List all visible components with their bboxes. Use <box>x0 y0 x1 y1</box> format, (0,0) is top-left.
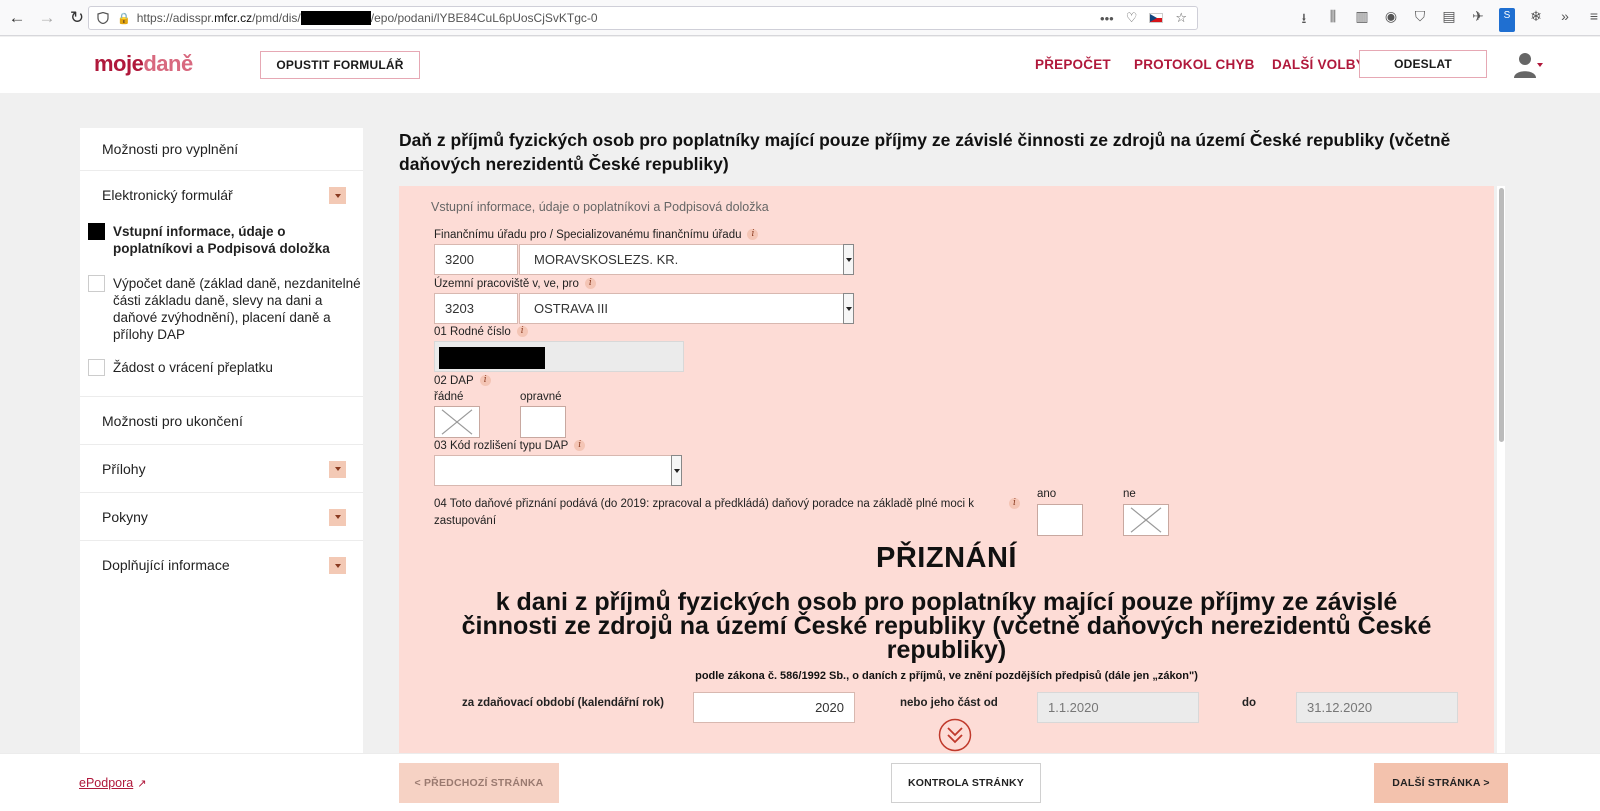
dap-regular-label: řádné <box>434 391 464 403</box>
error-log-link[interactable]: PROTOKOL CHYB <box>1134 57 1255 72</box>
sidebar-subitem-refund-request[interactable]: Žádost o vrácení přeplatku <box>80 359 363 397</box>
advisor-no-checkbox[interactable] <box>1123 504 1169 536</box>
birth-number-field[interactable] <box>434 341 684 372</box>
pocket-icon[interactable]: ♡ <box>1126 10 1138 26</box>
info-icon[interactable]: i <box>584 278 596 290</box>
address-bar[interactable]: 🔒 https://adisspr.mfcr.cz/pmd/dis//epo/p… <box>88 6 1198 30</box>
sidebar-item-additional-info[interactable]: Doplňující informace <box>80 541 363 589</box>
url-text: https://adisspr.mfcr.cz/pmd/dis//epo/pod… <box>136 10 598 26</box>
dap-type-select[interactable] <box>434 455 682 486</box>
section-checkbox[interactable] <box>88 275 105 292</box>
browser-toolbar: ← → ↻ 🔒 https://adisspr.mfcr.cz/pmd/dis/… <box>0 0 1600 36</box>
active-section-marker <box>88 223 105 240</box>
page-title: Daň z příjmů fyzických osob pro poplatní… <box>399 130 1451 174</box>
redacted-url-segment <box>300 11 371 26</box>
select-arrow-icon[interactable] <box>671 455 682 486</box>
account-icon[interactable]: ◉ <box>1383 8 1399 32</box>
chevron-down-icon[interactable] <box>329 460 346 478</box>
section-checkbox[interactable] <box>88 359 105 376</box>
download-icon[interactable]: ⭳ <box>1296 8 1312 32</box>
select-arrow-icon[interactable] <box>843 244 854 275</box>
app-header: mojedaně OPUSTIT FORMULÁŘ PŘEPOČET PROTO… <box>0 37 1600 93</box>
chevron-down-icon[interactable] <box>329 557 346 574</box>
dap-corrective-checkbox[interactable] <box>520 406 566 438</box>
info-icon[interactable]: i <box>574 440 586 452</box>
sidebar-item-electronic-form[interactable]: Elektronický formulář <box>80 171 363 219</box>
info-icon[interactable]: i <box>1009 498 1020 509</box>
menu-icon[interactable]: ≡ <box>1586 8 1600 32</box>
period-to-field[interactable]: 31.12.2020 <box>1296 692 1458 723</box>
s-extension-icon[interactable]: S <box>1499 8 1515 32</box>
scrollbar-thumb[interactable] <box>1499 188 1504 442</box>
advisor-label: 04 Toto daňové přiznání podává (do 2019:… <box>434 498 975 527</box>
dap-regular-checkbox[interactable] <box>434 406 480 438</box>
info-icon[interactable]: i <box>516 326 528 338</box>
territorial-office-select[interactable]: OSTRAVA III <box>519 293 854 324</box>
tax-office-select[interactable]: MORAVSKOSLEZS. KR. <box>519 244 854 275</box>
tax-period-label: za zdaňovací období (kalendářní rok) <box>462 697 664 709</box>
next-page-button[interactable]: DALŠÍ STRÁNKA > <box>1374 763 1508 803</box>
lock-icon: 🔒 <box>117 12 131 25</box>
sidebar-subitem-input-info[interactable]: Vstupní informace, údaje o poplatníkovi … <box>80 223 363 257</box>
footer-bar: ePodpora ↗ < PŘEDCHOZÍ STRÁNKA KONTROLA S… <box>0 753 1600 811</box>
czech-flag-icon[interactable] <box>1149 13 1164 23</box>
external-link-icon: ↗ <box>137 778 147 790</box>
chevron-down-icon[interactable] <box>329 187 346 204</box>
snowflake-extension-icon[interactable]: ❄ <box>1528 8 1544 32</box>
redacted-value <box>439 347 545 369</box>
tax-office-label: Finančnímu úřadu pro / Specializovanému … <box>434 229 759 241</box>
period-from-field[interactable]: 1.1.2020 <box>1037 692 1199 723</box>
document-subtitle: k dani z příjmů fyzických osob pro popla… <box>461 588 1432 664</box>
law-reference: podle zákona č. 586/1992 Sb., o daních z… <box>695 670 1198 682</box>
reader-icon[interactable]: ▤ <box>1441 8 1457 32</box>
tax-office-code-field[interactable]: 3200 <box>434 244 518 275</box>
advisor-no-label: ne <box>1123 488 1136 500</box>
check-page-button[interactable]: KONTROLA STRÁNKY <box>891 763 1041 803</box>
leave-form-button[interactable]: OPUSTIT FORMULÁŘ <box>260 51 420 79</box>
extension-icon[interactable]: ✈ <box>1470 8 1486 32</box>
forward-arrow-icon[interactable]: → <box>34 5 60 31</box>
overflow-icon[interactable]: » <box>1557 8 1573 32</box>
period-from-label: nebo jeho část od <box>900 697 998 709</box>
sidebar-icon[interactable]: ▥ <box>1354 8 1370 32</box>
tax-year-field[interactable]: 2020 <box>693 692 855 723</box>
recalc-link[interactable]: PŘEPOČET <box>1035 57 1111 72</box>
period-to-label: do <box>1242 697 1257 709</box>
sidebar-item-attachments[interactable]: Přílohy <box>80 445 363 493</box>
support-link[interactable]: ePodpora ↗ <box>79 776 146 790</box>
reload-icon[interactable]: ↻ <box>64 5 90 31</box>
info-icon[interactable]: i <box>479 375 491 387</box>
territorial-code-field[interactable]: 3203 <box>434 293 518 324</box>
previous-page-button[interactable]: < PŘEDCHOZÍ STRÁNKA <box>399 763 559 803</box>
sidebar-item-end-options[interactable]: Možnosti pro ukončení <box>80 397 363 445</box>
dap-label: 02 DAP i <box>434 375 491 387</box>
page-actions-icon[interactable]: ••• <box>1100 11 1114 26</box>
select-arrow-icon[interactable] <box>843 293 854 324</box>
user-icon[interactable] <box>1514 50 1544 80</box>
document-title: PŘIZNÁNÍ <box>876 542 1017 574</box>
dap-corrective-label: opravné <box>520 391 562 403</box>
shield-icon <box>97 12 109 24</box>
advisor-yes-checkbox[interactable] <box>1037 504 1083 536</box>
territorial-office-label: Územní pracoviště v, ve, pro i <box>434 278 596 290</box>
chevron-down-icon[interactable] <box>329 508 346 526</box>
sidebar-navigation: Možnosti pro vyplnění Elektronický formu… <box>80 128 363 753</box>
section-title: Vstupní informace, údaje o poplatníkovi … <box>431 200 769 214</box>
info-icon[interactable]: i <box>747 229 759 241</box>
send-button[interactable]: ODESLAT <box>1359 50 1487 78</box>
shield-extension-icon[interactable]: ⛉ <box>1412 8 1428 32</box>
double-chevron-down-icon[interactable] <box>938 718 972 752</box>
sidebar-item-instructions[interactable]: Pokyny <box>80 493 363 541</box>
star-icon[interactable]: ☆ <box>1175 10 1187 26</box>
dap-type-label: 03 Kód rozlišení typu DAP i <box>434 440 586 452</box>
sidebar-item-fill-options[interactable]: Možnosti pro vyplnění <box>80 128 363 171</box>
back-arrow-icon[interactable]: ← <box>4 5 30 31</box>
advisor-yes-label: ano <box>1037 488 1057 500</box>
library-icon[interactable]: ⫼ <box>1325 8 1341 32</box>
birth-number-label: 01 Rodné číslo i <box>434 326 528 338</box>
logo[interactable]: mojedaně <box>94 51 193 77</box>
sidebar-subitem-tax-calculation[interactable]: Výpočet daně (základ daně, nezdanitelné … <box>80 275 363 343</box>
form-panel: Vstupní informace, údaje o poplatníkovi … <box>399 186 1494 753</box>
